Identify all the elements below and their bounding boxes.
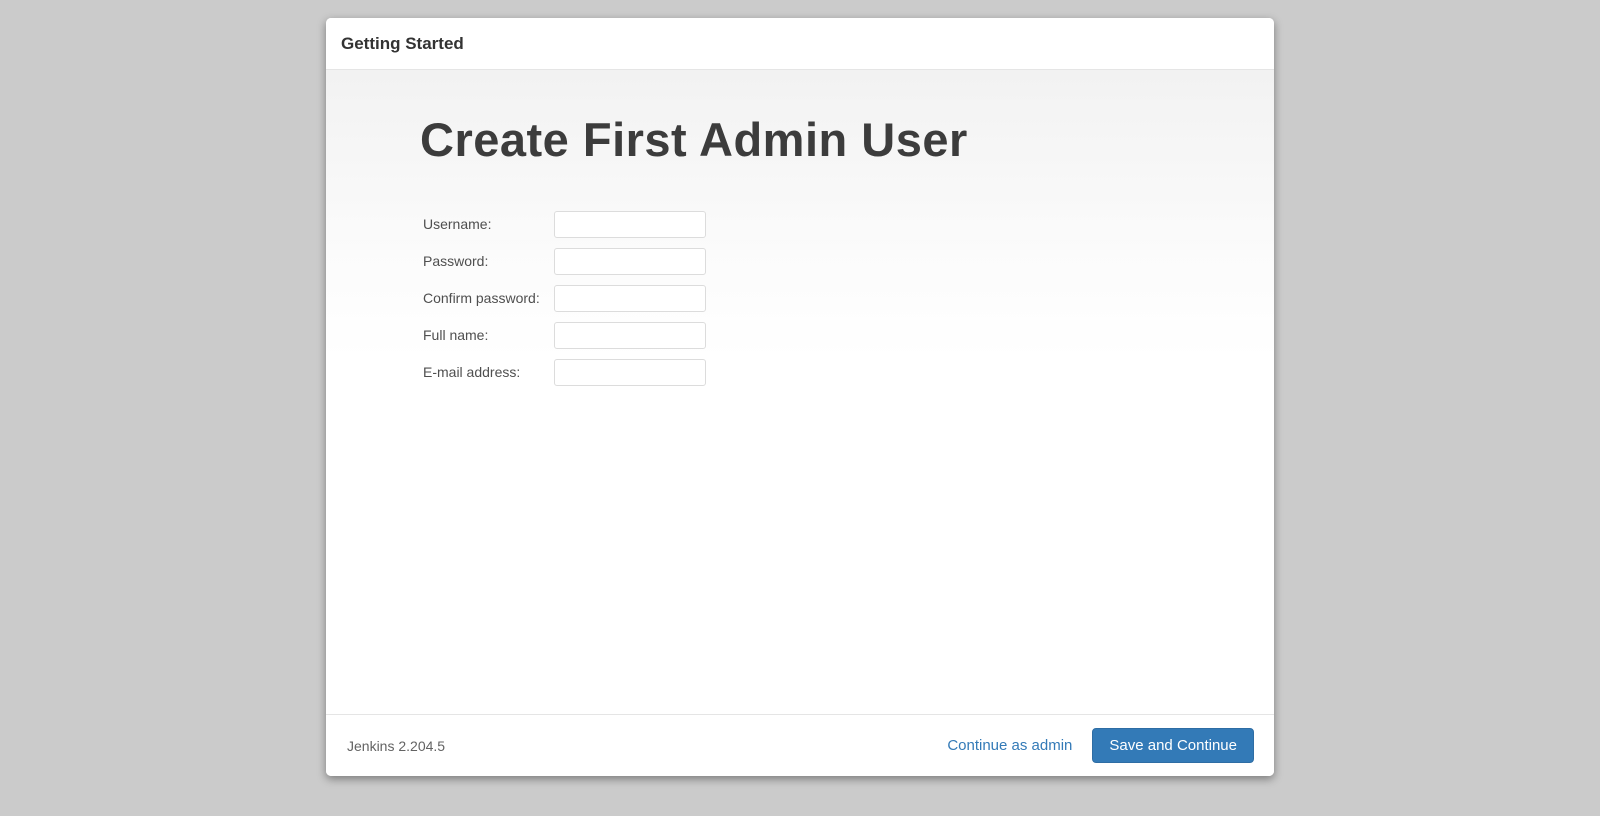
username-input[interactable] bbox=[554, 211, 706, 238]
username-label: Username: bbox=[423, 216, 491, 232]
jenkins-version-label: Jenkins 2.204.5 bbox=[347, 738, 445, 754]
email-label: E-mail address: bbox=[423, 364, 520, 380]
form-row-username: Username: bbox=[423, 211, 706, 238]
dialog-header: Getting Started bbox=[326, 18, 1274, 70]
confirm-password-label: Confirm password: bbox=[423, 290, 540, 306]
form-row-full-name: Full name: bbox=[423, 322, 706, 349]
dialog-title: Getting Started bbox=[341, 34, 464, 53]
full-name-input[interactable] bbox=[554, 322, 706, 349]
continue-as-admin-link[interactable]: Continue as admin bbox=[947, 737, 1072, 754]
page-title: Create First Admin User bbox=[420, 112, 1234, 167]
confirm-password-input[interactable] bbox=[554, 285, 706, 312]
dialog-footer: Jenkins 2.204.5 Continue as admin Save a… bbox=[326, 714, 1274, 776]
save-and-continue-button[interactable]: Save and Continue bbox=[1092, 728, 1254, 763]
password-label: Password: bbox=[423, 253, 488, 269]
dialog-content: Create First Admin User Username: Passwo… bbox=[326, 70, 1274, 714]
password-input[interactable] bbox=[554, 248, 706, 275]
form-row-confirm-password: Confirm password: bbox=[423, 285, 706, 312]
full-name-label: Full name: bbox=[423, 327, 488, 343]
form-row-password: Password: bbox=[423, 248, 706, 275]
getting-started-dialog: Getting Started Create First Admin User … bbox=[326, 18, 1274, 776]
admin-user-form: Username: Password: Confirm password: Fu… bbox=[423, 201, 706, 396]
email-input[interactable] bbox=[554, 359, 706, 386]
footer-actions: Continue as admin Save and Continue bbox=[947, 728, 1254, 763]
form-row-email: E-mail address: bbox=[423, 359, 706, 386]
